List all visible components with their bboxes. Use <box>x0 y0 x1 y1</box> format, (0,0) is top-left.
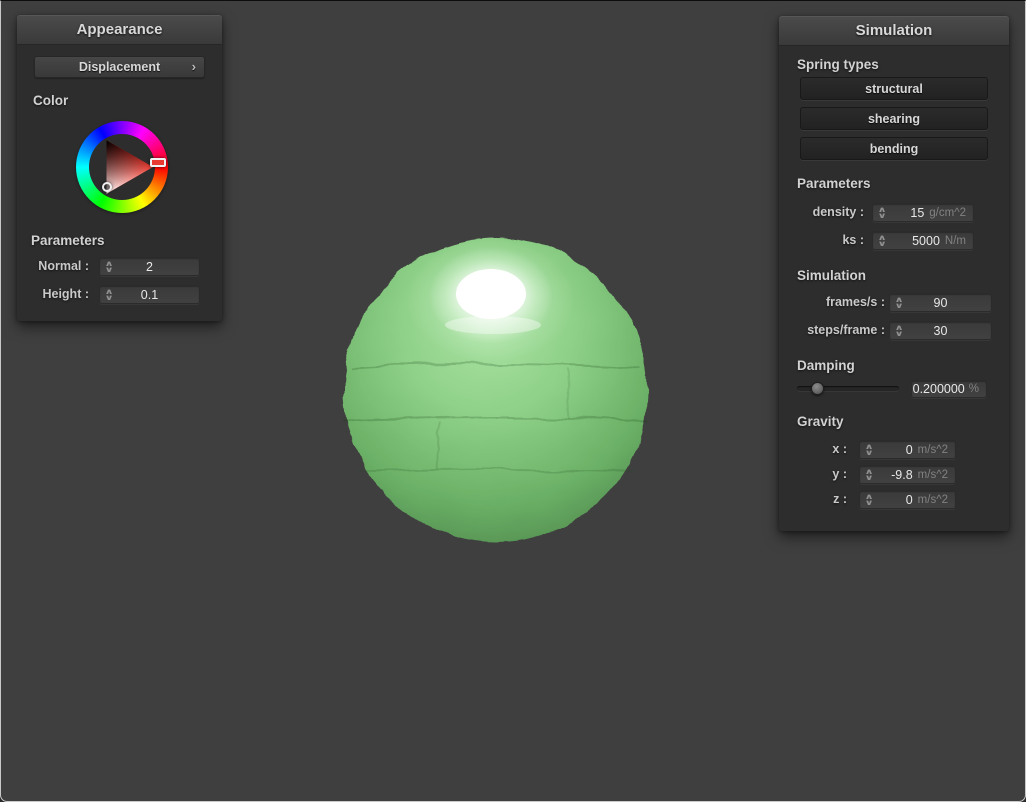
spring-structural-button[interactable]: structural <box>800 77 988 100</box>
spinner-icon[interactable]: ∧ ∨ <box>873 207 889 218</box>
gravity-z-unit: m/s^2 <box>918 494 955 506</box>
spring-types-label: Spring types <box>797 57 879 72</box>
damping-unit: % <box>969 383 986 395</box>
gravity-z-value: 0 <box>876 493 918 507</box>
spin-down-icon[interactable]: ∨ <box>895 331 904 337</box>
spin-down-icon[interactable]: ∨ <box>865 475 874 481</box>
spin-down-icon[interactable]: ∨ <box>865 500 874 506</box>
gravity-y-label: y : <box>779 465 847 484</box>
normal-label: Normal : <box>17 257 89 276</box>
gravity-label: Gravity <box>797 414 844 429</box>
hue-marker[interactable] <box>150 158 166 167</box>
damping-slider[interactable] <box>797 382 899 395</box>
color-label: Color <box>33 93 68 108</box>
density-label: density : <box>779 203 864 222</box>
frames-input[interactable]: ∧ ∨ 90 <box>889 293 992 312</box>
spinner-icon[interactable]: ∧ ∨ <box>860 444 876 455</box>
normal-value: 2 <box>116 260 199 274</box>
simulation-panel: Simulation Spring types structural shear… <box>779 16 1009 531</box>
gravity-x-label: x : <box>779 440 847 459</box>
spin-down-icon[interactable]: ∨ <box>105 267 114 273</box>
frames-label: frames/s : <box>779 293 885 312</box>
damping-slider-knob[interactable] <box>811 382 824 395</box>
height-label: Height : <box>17 285 89 304</box>
spinner-icon[interactable]: ∧ ∨ <box>860 494 876 505</box>
spring-bending-button[interactable]: bending <box>800 137 988 160</box>
steps-input[interactable]: ∧ ∨ 30 <box>889 321 992 340</box>
steps-value: 30 <box>906 324 991 338</box>
density-value: 15 <box>889 206 929 220</box>
height-value: 0.1 <box>116 288 199 302</box>
steps-label: steps/frame : <box>779 321 885 340</box>
appearance-panel: Appearance Displacement › Color <box>17 15 222 321</box>
appearance-panel-header[interactable]: Appearance <box>17 15 222 45</box>
appearance-parameters-label: Parameters <box>31 233 105 248</box>
simulation-panel-title: Simulation <box>856 22 933 39</box>
normal-input[interactable]: ∧ ∨ 2 <box>99 257 200 276</box>
spinner-icon[interactable]: ∧ ∨ <box>890 325 906 336</box>
sim-simulation-label: Simulation <box>797 268 866 283</box>
density-input[interactable]: ∧ ∨ 15 g/cm^2 <box>872 203 974 222</box>
spinner-icon[interactable]: ∧ ∨ <box>100 261 116 272</box>
damping-label: Damping <box>797 358 855 373</box>
cloth-sphere <box>331 225 661 555</box>
spring-shearing-label: shearing <box>868 112 920 126</box>
damping-value: 0.200000 <box>912 382 969 396</box>
spin-down-icon[interactable]: ∨ <box>105 295 114 301</box>
ks-unit: N/m <box>945 235 973 247</box>
app-window: Appearance Displacement › Color <box>0 0 1026 802</box>
spinner-icon[interactable]: ∧ ∨ <box>890 297 906 308</box>
density-unit: g/cm^2 <box>929 207 973 219</box>
ks-input[interactable]: ∧ ∨ 5000 N/m <box>872 231 974 250</box>
ks-value: 5000 <box>889 234 945 248</box>
appearance-panel-title: Appearance <box>77 21 163 38</box>
sim-parameters-label: Parameters <box>797 176 871 191</box>
displacement-popup-button[interactable]: Displacement › <box>34 56 205 78</box>
height-input[interactable]: ∧ ∨ 0.1 <box>99 285 200 304</box>
gravity-z-label: z : <box>779 490 847 509</box>
ks-label: ks : <box>779 231 864 250</box>
spring-structural-label: structural <box>865 82 923 96</box>
damping-value-box[interactable]: 0.200000 % <box>911 380 987 398</box>
gravity-y-input[interactable]: ∧ ∨ -9.8 m/s^2 <box>859 465 956 484</box>
gravity-y-unit: m/s^2 <box>918 469 955 481</box>
sv-triangle[interactable] <box>76 121 168 213</box>
spinner-icon[interactable]: ∧ ∨ <box>860 469 876 480</box>
gravity-x-unit: m/s^2 <box>918 444 955 456</box>
spin-down-icon[interactable]: ∨ <box>865 450 874 456</box>
spring-bending-label: bending <box>870 142 919 156</box>
spin-down-icon[interactable]: ∨ <box>878 213 887 219</box>
spinner-icon[interactable]: ∧ ∨ <box>100 289 116 300</box>
spin-down-icon[interactable]: ∨ <box>878 241 887 247</box>
gravity-x-value: 0 <box>876 443 918 457</box>
frames-value: 90 <box>906 296 991 310</box>
color-wheel[interactable] <box>76 121 168 213</box>
spin-down-icon[interactable]: ∨ <box>895 303 904 309</box>
spinner-icon[interactable]: ∧ ∨ <box>873 235 889 246</box>
simulation-panel-header[interactable]: Simulation <box>779 16 1009 46</box>
gravity-z-input[interactable]: ∧ ∨ 0 m/s^2 <box>859 490 956 509</box>
viewport-3d[interactable] <box>331 225 661 555</box>
displacement-button-label: Displacement <box>79 60 160 74</box>
popup-chevron-icon: › <box>192 59 196 74</box>
gravity-y-value: -9.8 <box>876 468 918 482</box>
saturation-value-knob[interactable] <box>102 182 112 192</box>
spring-shearing-button[interactable]: shearing <box>800 107 988 130</box>
gravity-x-input[interactable]: ∧ ∨ 0 m/s^2 <box>859 440 956 459</box>
